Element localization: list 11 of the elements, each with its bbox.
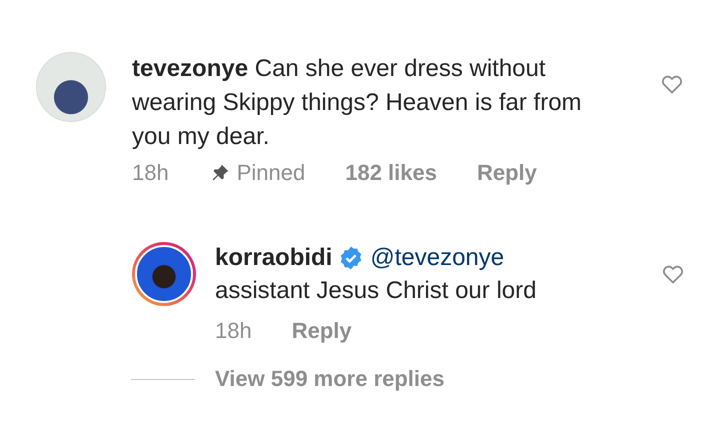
view-replies-button[interactable]: View 599 more replies: [215, 366, 445, 392]
reply-text: assistant Jesus Christ our lord: [215, 276, 538, 306]
mention-link[interactable]: @tevezonye: [370, 242, 504, 274]
comment-text: tevezonye Can she ever dress without wearing Skippy things? Heaven is far from you my dear.: [132, 54, 583, 152]
comment-time: 18h: [132, 160, 169, 186]
reply-time: 18h: [215, 318, 252, 344]
pinned-label: Pinned: [236, 160, 306, 186]
username[interactable]: korraobidi: [215, 242, 332, 274]
reply-button[interactable]: Reply: [476, 160, 537, 186]
reply-button[interactable]: Reply: [292, 318, 352, 344]
likes-count[interactable]: 182 likes: [345, 160, 437, 186]
